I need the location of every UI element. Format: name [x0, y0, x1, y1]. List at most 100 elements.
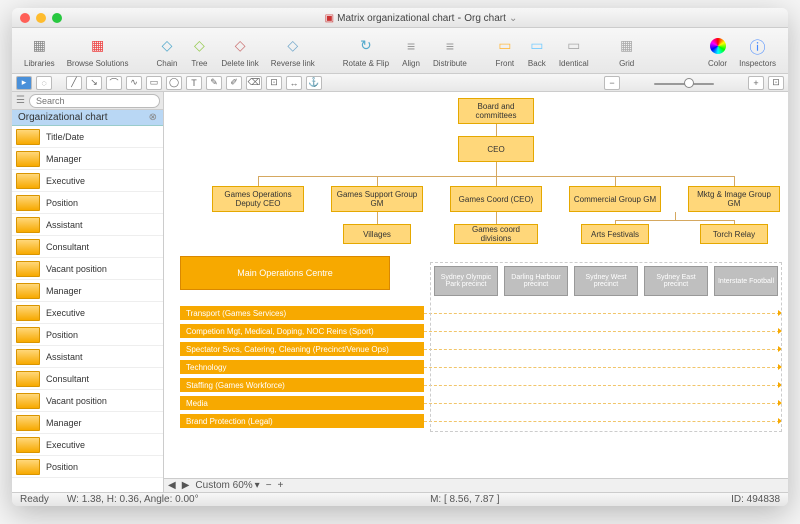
- matrix-row[interactable]: Spectator Svcs, Catering, Cleaning (Prec…: [180, 342, 424, 356]
- library-item[interactable]: Executive: [12, 434, 163, 456]
- toolbar-distribute[interactable]: ≡Distribute: [429, 34, 471, 68]
- toolbar-rotate-flip[interactable]: ↻Rotate & Flip: [339, 34, 393, 68]
- category-header[interactable]: Organizational chart⊗: [12, 110, 163, 126]
- library-item[interactable]: Vacant position: [12, 258, 163, 280]
- library-item[interactable]: Assistant: [12, 214, 163, 236]
- library-item-label: Vacant position: [46, 396, 107, 406]
- zoom-fit-button[interactable]: ⊡: [768, 76, 784, 90]
- zoom-in2-button[interactable]: +: [278, 480, 284, 491]
- crop-tool[interactable]: ⊡: [266, 76, 282, 90]
- precinct-2[interactable]: Sydney West precinct: [574, 266, 638, 296]
- toolbar-browse[interactable]: ▦Browse Solutions: [63, 34, 133, 68]
- hamburger-icon[interactable]: ☰: [16, 95, 25, 106]
- search-input[interactable]: [29, 94, 160, 108]
- arc-tool[interactable]: ⌒: [106, 76, 122, 90]
- library-item[interactable]: Position: [12, 192, 163, 214]
- zoom-out2-button[interactable]: −: [266, 480, 272, 491]
- zoom-slider[interactable]: [624, 76, 744, 90]
- library-item[interactable]: Manager: [12, 412, 163, 434]
- line-tool[interactable]: ╱: [66, 76, 82, 90]
- link-tool[interactable]: ↔: [286, 76, 302, 90]
- shape-thumbnail-icon: [16, 437, 40, 453]
- precinct-4[interactable]: Interstate Football: [714, 266, 778, 296]
- library-item[interactable]: Consultant: [12, 236, 163, 258]
- close-category-icon[interactable]: ⊗: [149, 112, 157, 123]
- spline-tool[interactable]: ∿: [126, 76, 142, 90]
- toolbar-front[interactable]: ▭Front: [491, 34, 519, 68]
- node-l3-0[interactable]: Villages: [343, 224, 411, 244]
- pen-tool[interactable]: ✎: [206, 76, 222, 90]
- zoom-icon[interactable]: [52, 13, 62, 23]
- shape-thumbnail-icon: [16, 195, 40, 211]
- zoom-dropdown[interactable]: Custom 60%▾: [195, 480, 259, 491]
- precinct-3[interactable]: Sydney East precinct: [644, 266, 708, 296]
- drawing-canvas[interactable]: Board and committees CEO Games Operation…: [164, 92, 788, 492]
- zoom-out-button[interactable]: −: [604, 76, 620, 90]
- library-item[interactable]: Executive: [12, 170, 163, 192]
- library-item-label: Vacant position: [46, 264, 107, 274]
- node-l3-1[interactable]: Games coord divisions: [454, 224, 538, 244]
- matrix-row[interactable]: Brand Protection (Legal): [180, 414, 424, 428]
- rect-tool[interactable]: ▭: [146, 76, 162, 90]
- library-item[interactable]: Vacant position: [12, 390, 163, 412]
- shape-thumbnail-icon: [16, 327, 40, 343]
- text-tool[interactable]: T: [186, 76, 202, 90]
- anchor-tool[interactable]: ⚓: [306, 76, 322, 90]
- node-l3-2[interactable]: Arts Festivals: [581, 224, 649, 244]
- node-ceo[interactable]: CEO: [458, 136, 534, 162]
- toolbar-libraries[interactable]: ▦Libraries: [20, 34, 59, 68]
- toolbar-inspectors[interactable]: ⓘInspectors: [735, 34, 780, 68]
- status-bar: Ready W: 1.38, H: 0.36, Angle: 0.00° M: …: [12, 492, 788, 506]
- node-main-ops[interactable]: Main Operations Centre: [180, 256, 390, 290]
- shape-thumbnail-icon: [16, 151, 40, 167]
- minimize-icon[interactable]: [36, 13, 46, 23]
- library-item[interactable]: Manager: [12, 280, 163, 302]
- shape-thumbnail-icon: [16, 349, 40, 365]
- matrix-row[interactable]: Media: [180, 396, 424, 410]
- toolbar-reverse-link[interactable]: ◇Reverse link: [267, 34, 319, 68]
- lasso-tool[interactable]: ◌: [36, 76, 52, 90]
- pencil-tool[interactable]: ✐: [226, 76, 242, 90]
- library-item[interactable]: Consultant: [12, 368, 163, 390]
- toolbar-identical[interactable]: ▭Identical: [555, 34, 593, 68]
- node-l2-4[interactable]: Mktg & Image Group GM: [688, 186, 780, 212]
- toolbar-color[interactable]: Color: [704, 34, 731, 68]
- scroll-right-button[interactable]: ▶: [182, 480, 190, 491]
- matrix-row[interactable]: Staffing (Games Workforce): [180, 378, 424, 392]
- node-l2-1[interactable]: Games Support Group GM: [331, 186, 423, 212]
- node-board[interactable]: Board and committees: [458, 98, 534, 124]
- eraser-tool[interactable]: ⌫: [246, 76, 262, 90]
- toolbar-chain[interactable]: ◇Chain: [153, 34, 182, 68]
- library-item-label: Title/Date: [46, 132, 84, 142]
- select-tool[interactable]: ▸: [16, 76, 32, 90]
- library-item[interactable]: Position: [12, 324, 163, 346]
- library-item[interactable]: Title/Date: [12, 126, 163, 148]
- toolbar-delete-link[interactable]: ◇Delete link: [217, 34, 262, 68]
- node-l3-3[interactable]: Torch Relay: [700, 224, 768, 244]
- zoom-in-button[interactable]: +: [748, 76, 764, 90]
- library-item-label: Assistant: [46, 352, 83, 362]
- matrix-row[interactable]: Technology: [180, 360, 424, 374]
- library-item[interactable]: Position: [12, 456, 163, 478]
- toolbar-align[interactable]: ≡Align: [397, 34, 425, 68]
- library-item[interactable]: Executive: [12, 302, 163, 324]
- node-l2-0[interactable]: Games Operations Deputy CEO: [212, 186, 304, 212]
- node-l2-3[interactable]: Commercial Group GM: [569, 186, 661, 212]
- precinct-0[interactable]: Sydney Olympic Park precinct: [434, 266, 498, 296]
- scroll-left-button[interactable]: ◀: [168, 480, 176, 491]
- toolbar-tree[interactable]: ◇Tree: [185, 34, 213, 68]
- node-l2-2[interactable]: Games Coord (CEO): [450, 186, 542, 212]
- toolbar-grid[interactable]: ▦Grid: [613, 34, 641, 68]
- library-item-label: Position: [46, 198, 78, 208]
- matrix-row[interactable]: Transport (Games Services): [180, 306, 424, 320]
- precinct-1[interactable]: Darling Harbour precinct: [504, 266, 568, 296]
- library-item-label: Assistant: [46, 220, 83, 230]
- connector-tool[interactable]: ↘: [86, 76, 102, 90]
- ellipse-tool[interactable]: ◯: [166, 76, 182, 90]
- library-item-label: Manager: [46, 154, 82, 164]
- matrix-row[interactable]: Competion Mgt, Medical, Doping, NOC Rein…: [180, 324, 424, 338]
- library-item[interactable]: Manager: [12, 148, 163, 170]
- close-icon[interactable]: [20, 13, 30, 23]
- toolbar-back[interactable]: ▭Back: [523, 34, 551, 68]
- library-item[interactable]: Assistant: [12, 346, 163, 368]
